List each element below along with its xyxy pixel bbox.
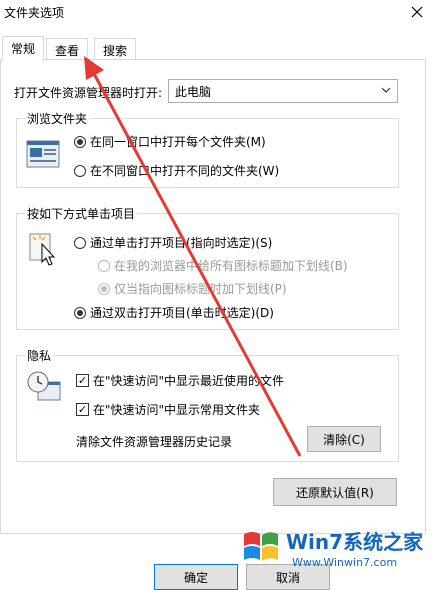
windows-logo-icon — [244, 532, 278, 561]
watermark: Win7系统之家 Www.Winwin7.com — [236, 518, 437, 580]
tab-general[interactable]: 常规 — [2, 36, 45, 62]
watermark-brand: Win7系统之家 — [286, 530, 424, 554]
watermark-url: Www.Winwin7.com — [292, 556, 398, 569]
annotation-arrow — [84, 56, 302, 457]
